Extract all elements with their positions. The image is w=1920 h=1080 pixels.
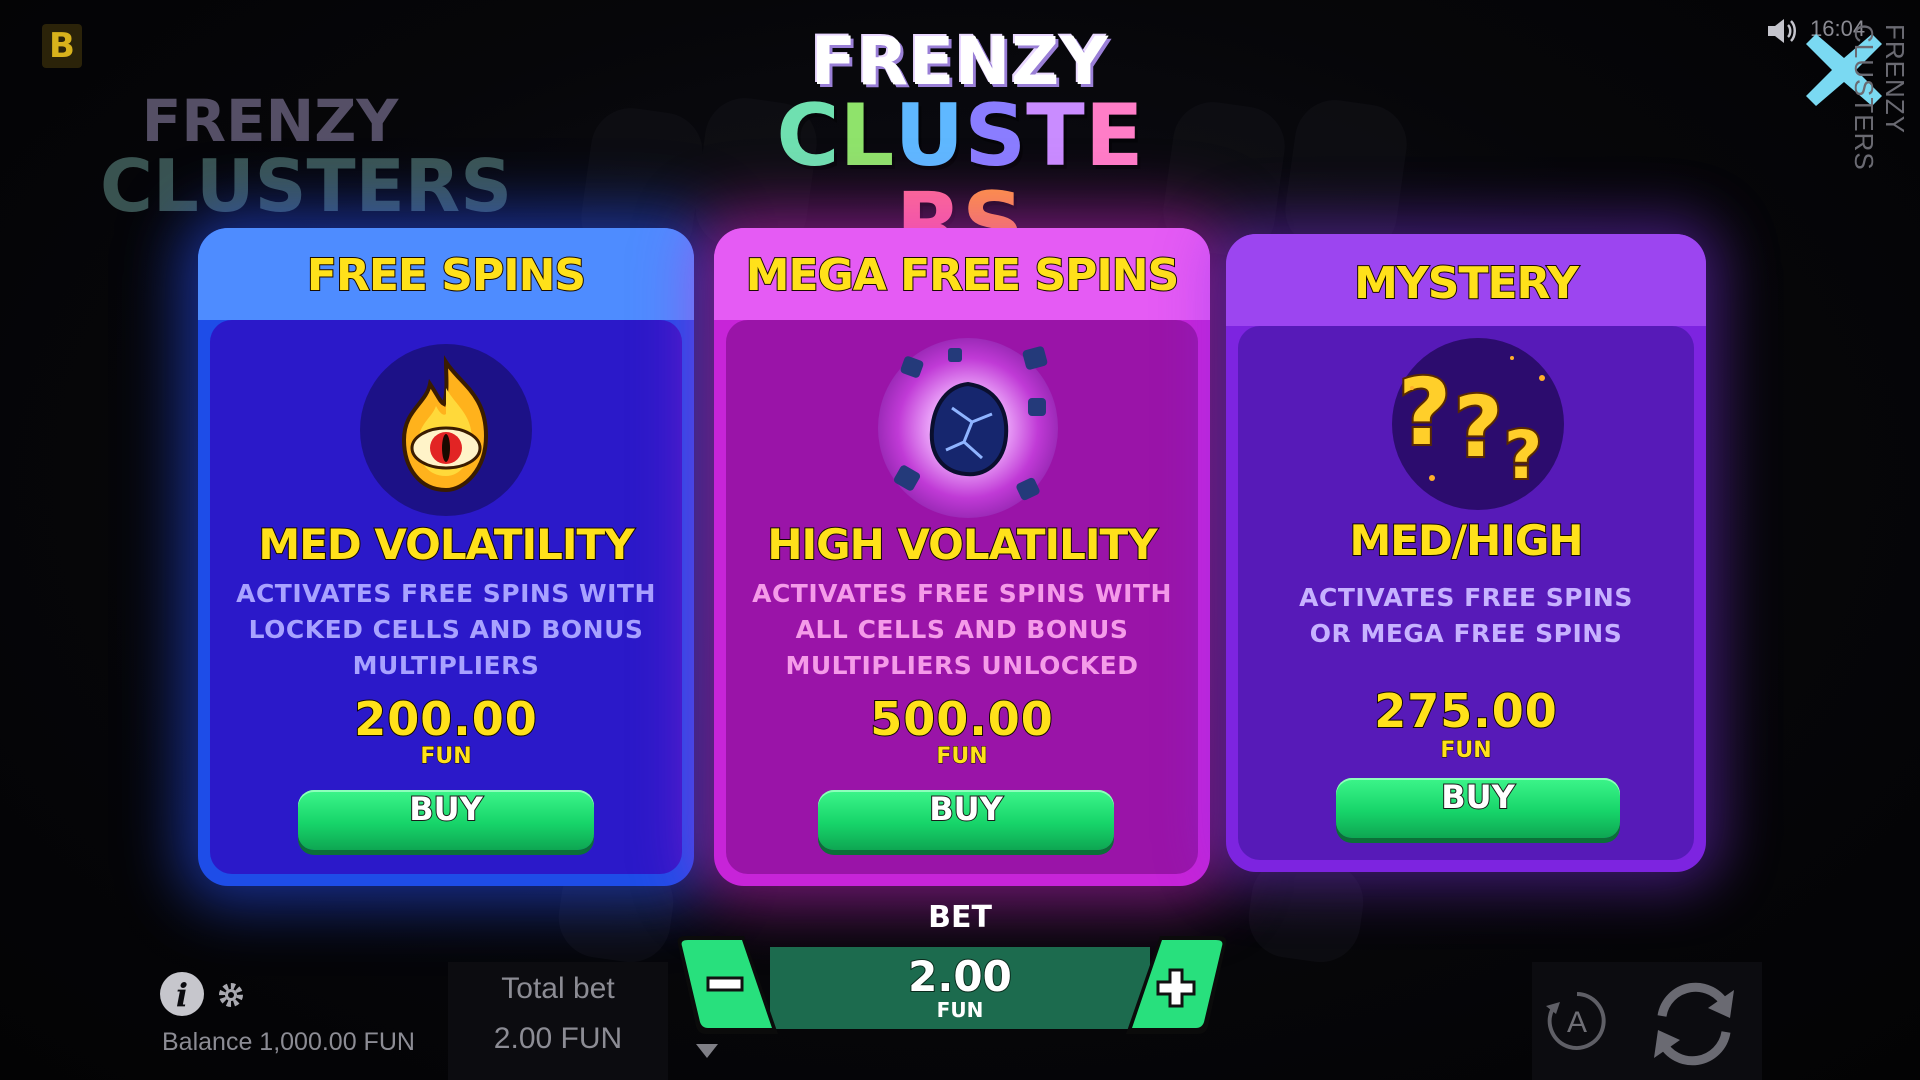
svg-text:?: ? [1398,359,1451,466]
volatility-label: HIGH VOLATILITY [766,519,1158,570]
card-description: ACTIVATES FREE SPINS WITH ALL CELLS AND … [752,579,1172,680]
background-game-logo: FRENZY CLUSTERS [100,87,513,228]
card-description: ACTIVATES FREE SPINS OR MEGA FREE SPINS [1299,583,1633,648]
background-logo-line2: CLUSTERS [100,144,513,228]
crystal-orb-icon [878,338,1058,518]
card-header: MEGA FREE SPINS [714,228,1210,320]
info-icon[interactable]: i [160,972,204,1016]
card-currency: FUN [1440,738,1492,764]
volatility-label: MED VOLATILITY [257,519,635,570]
bet-value: 2.00 [907,951,1013,1002]
bet-label: BET [928,900,992,935]
autoplay-icon[interactable]: A [1544,988,1610,1054]
card-body: ? ? ? MED/HIGH ACTIVATES FREE SPINS OR M… [1238,326,1694,860]
gear-icon[interactable] [214,978,248,1012]
card-body: MED VOLATILITY ACTIVATES FREE SPINS WITH… [210,320,682,874]
buy-mega-free-spins-button[interactable]: BUY [818,789,1114,850]
total-bet-label: Total bet [501,972,615,1005]
card-title: MYSTERY [1353,257,1580,310]
card-header: MYSTERY [1226,234,1706,326]
bet-decrease-button[interactable] [672,934,782,1036]
balance-display: Balance 1,000.00 FUN [162,1028,415,1056]
card-currency: FUN [936,744,988,770]
card-free-spins: FREE SPINS MED VOLATILITY ACTIVATES FREE… [198,228,694,886]
autoplay-letter: A [1567,1006,1587,1039]
logo-letter: C [776,86,840,186]
card-body: HIGH VOLATILITY ACTIVATES FREE SPINS WIT… [726,320,1198,874]
buy-free-spins-button[interactable]: BUY [298,789,594,850]
card-title: MEGA FREE SPINS [745,249,1181,302]
card-price: 275.00 [1373,683,1558,739]
card-currency: FUN [420,744,472,770]
spin-icon[interactable] [1642,972,1746,1076]
svg-text:?: ? [1504,417,1542,494]
question-marks-icon: ? ? ? [1392,338,1564,510]
logo-letter: E [1084,86,1144,186]
bet-increase-button[interactable] [1122,934,1232,1036]
card-header: FREE SPINS [198,228,694,320]
fire-eye-icon [360,344,532,516]
card-mega-free-spins: MEGA FREE SPINS HIGH VOLATILITY ACTIVATE… [714,228,1210,886]
logo-letter: U [894,86,965,186]
background-logo-line1: FRENZY [141,87,399,155]
brand-logo: B [42,24,82,68]
logo-letter: L [839,86,895,186]
game-logo-line1: FRENZY [811,23,1109,100]
card-price: 200.00 [353,691,538,747]
side-game-title: FRENZY CLUSTERS [1849,24,1910,171]
card-title: FREE SPINS [306,249,587,302]
chevron-down-icon[interactable] [696,1044,718,1058]
volatility-label: MED/HIGH [1348,515,1584,566]
card-price: 500.00 [869,691,1054,747]
logo-letter: T [1026,86,1085,186]
speaker-icon[interactable] [1764,14,1798,48]
total-bet-value: 2.00 FUN [493,1022,623,1055]
card-description: ACTIVATES FREE SPINS WITH LOCKED CELLS A… [236,579,656,680]
svg-text:?: ? [1454,378,1503,476]
bet-currency: FUN [936,998,984,1022]
buy-mystery-button[interactable]: BUY [1336,777,1620,838]
card-mystery: MYSTERY ? ? ? MED/HIGH ACTIVATES FREE SP… [1226,234,1706,872]
logo-letter: S [964,86,1027,186]
